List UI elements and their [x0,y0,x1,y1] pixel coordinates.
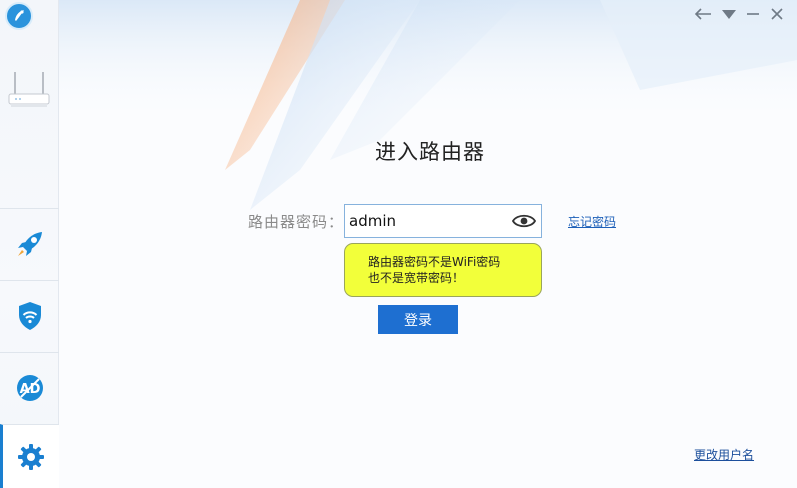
minimize-button[interactable] [743,4,763,24]
tip-line-1: 路由器密码不是WiFi密码 [368,255,501,269]
app-logo-icon [5,2,33,30]
password-label: 路由器密码： [247,213,344,231]
dropdown-icon [722,10,736,19]
sidebar-item-settings[interactable] [0,424,59,488]
rocket-icon [17,232,42,256]
password-field[interactable] [344,204,542,238]
sidebar-item-speedup[interactable] [0,208,59,279]
close-icon [771,8,783,20]
sidebar-item-ad-block[interactable]: AD [0,352,59,423]
password-tip-tooltip: 路由器密码不是WiFi密码 也不是宽带密码！ [344,243,542,297]
ad-block-icon: AD [16,375,43,401]
change-username-link[interactable]: 更改用户名 [694,446,754,463]
sidebar: AD [0,0,59,488]
page-title: 进入路由器 [375,140,485,164]
forgot-password-link[interactable]: 忘记密码 [568,213,616,230]
tip-line-2: 也不是宽带密码！ [368,271,465,285]
password-input[interactable] [349,208,509,234]
router-icon [8,72,50,107]
app-window: AD 进入路由器 路由器密码： admin 忘记密码 路由器密码不是WiFi密码… [0,0,797,488]
back-icon [694,8,711,20]
close-button[interactable] [767,4,787,24]
menu-dropdown-button[interactable] [719,4,739,24]
eye-icon[interactable] [512,212,536,230]
login-button[interactable]: 登录 [378,305,458,334]
minimize-icon [747,13,759,15]
sidebar-item-wifi-security[interactable] [0,280,59,351]
back-button[interactable] [693,4,713,24]
wifi-shield-icon [18,302,41,330]
gear-icon [18,443,44,470]
